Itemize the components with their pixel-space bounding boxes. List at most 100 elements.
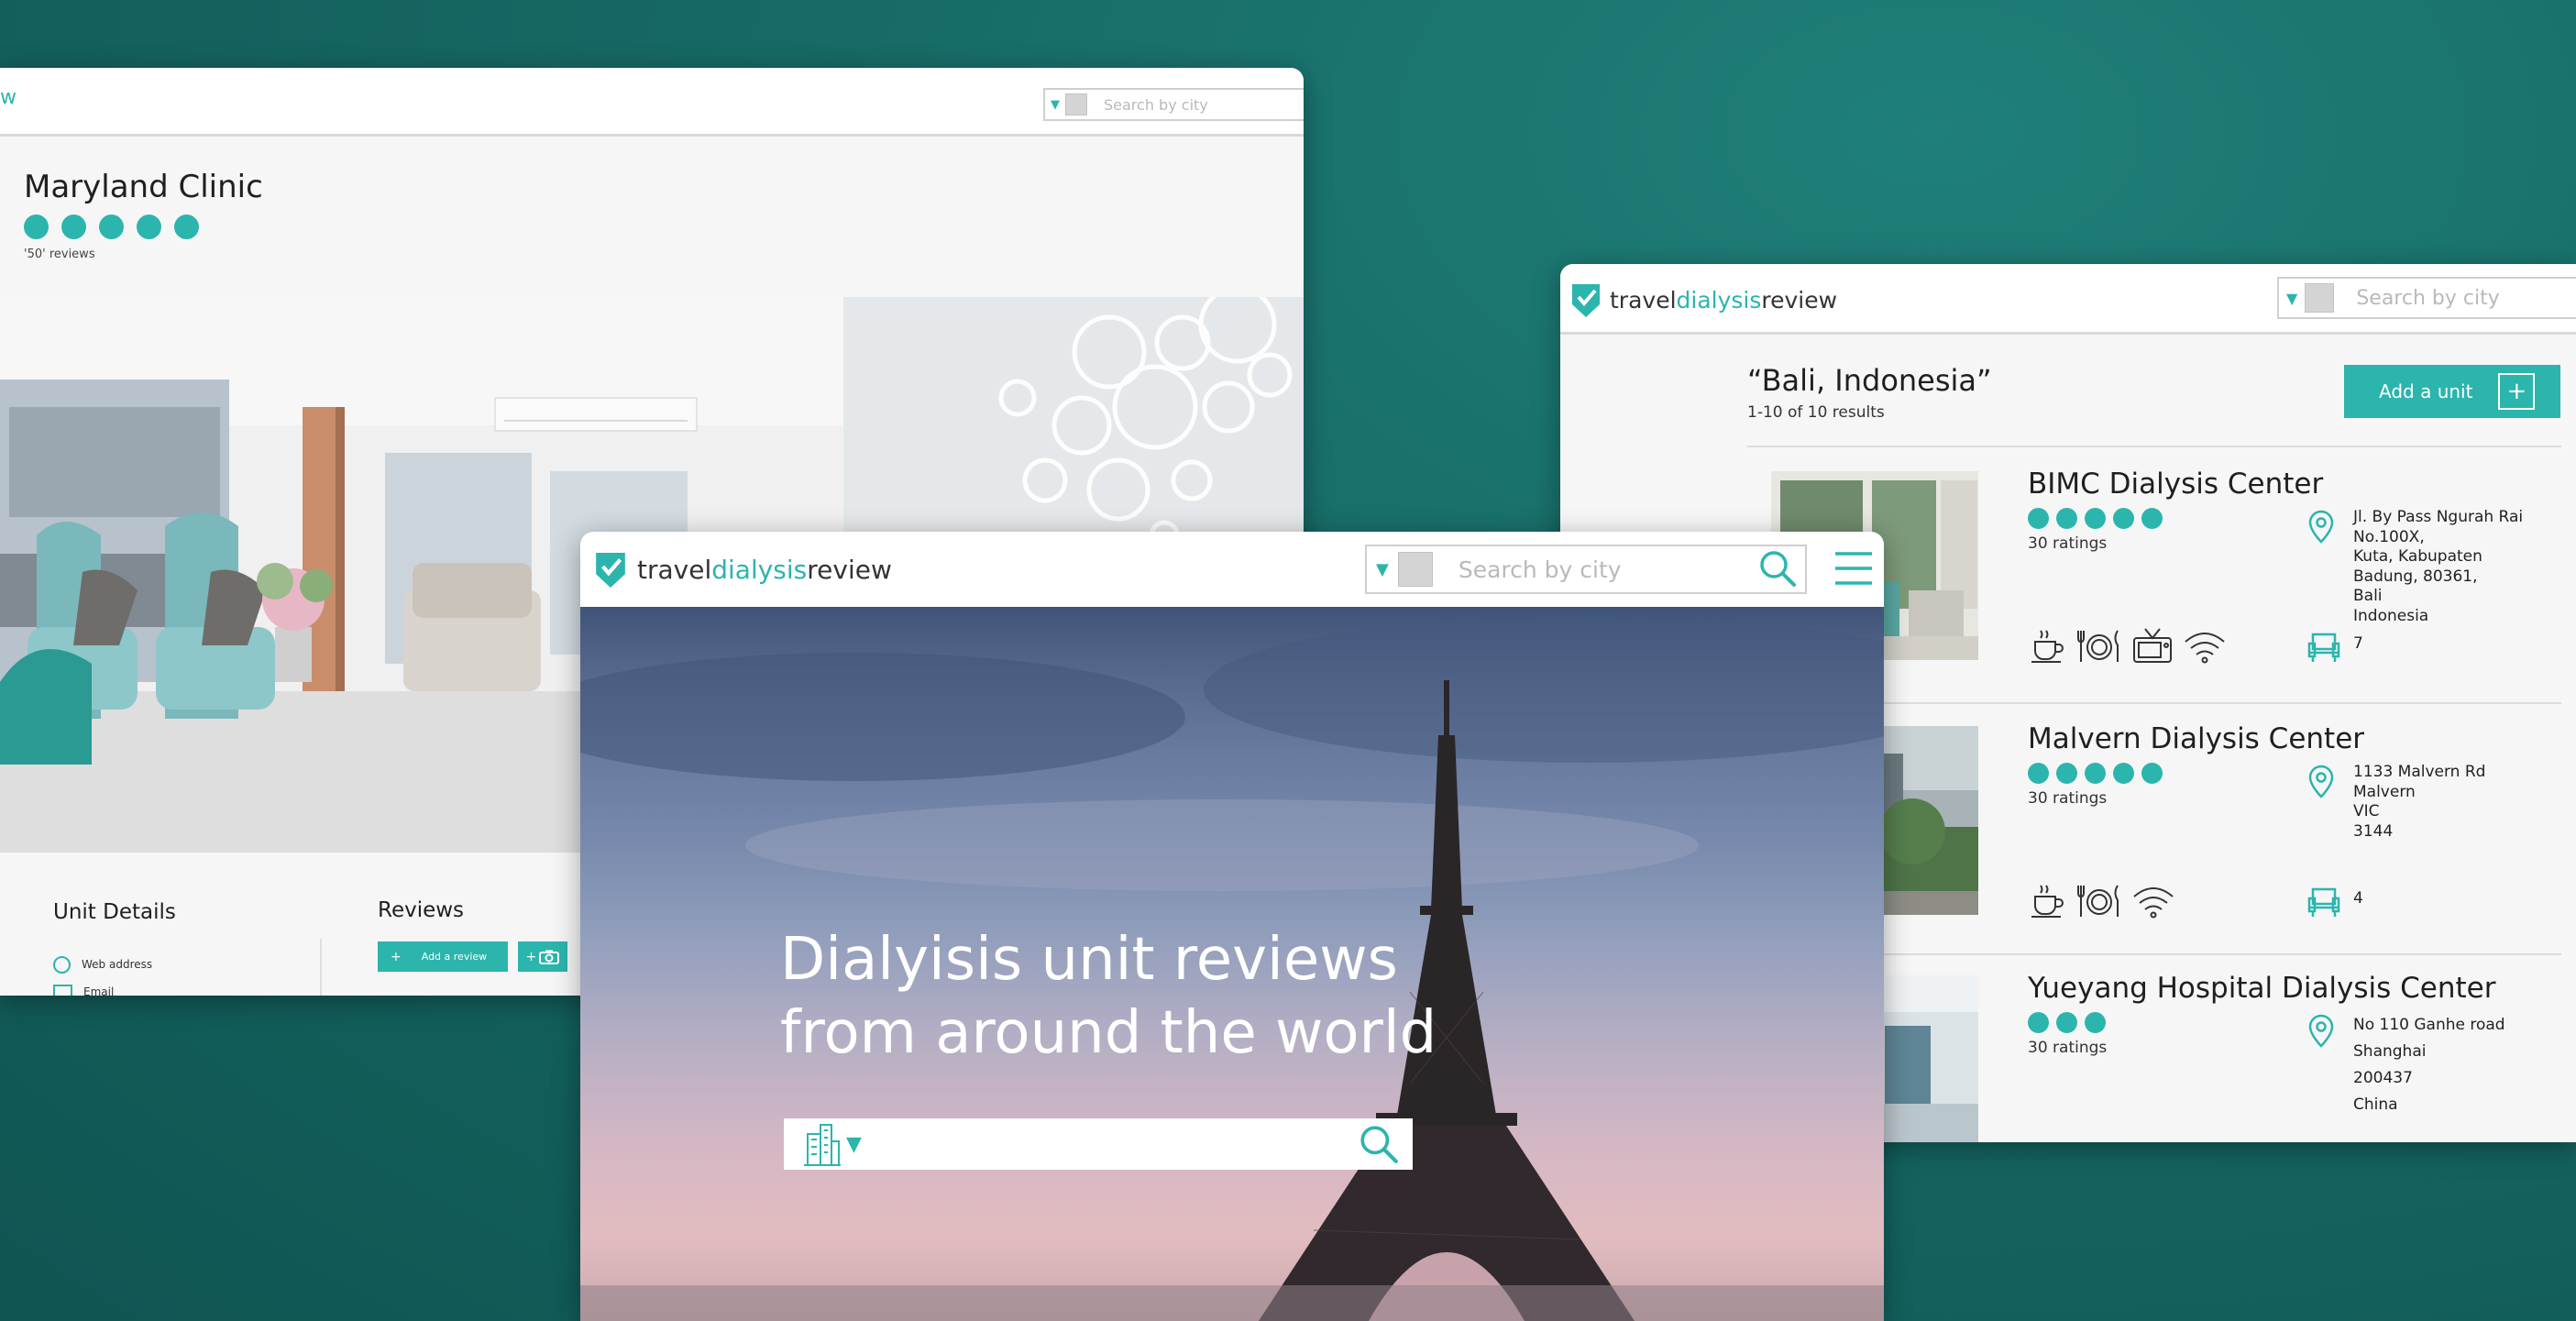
rating-dot [2028,1012,2049,1033]
camera-icon [539,950,560,964]
rating-dot [2141,763,2163,784]
ratings-count: 30 ratings [2028,1039,2108,1057]
add-photo-button[interactable]: + [518,941,567,972]
results-divider [1747,446,2561,447]
address-line: China [2353,1095,2398,1114]
address-line: Kuta, Kabupaten [2353,547,2482,566]
reviews-count[interactable]: '50' reviews [24,248,95,261]
rating-dot [174,215,199,239]
details-list: Web address Email [53,951,152,996]
hero-line-1: Dialyisis unit reviews [780,926,1398,994]
result-name[interactable]: Malvern Dialysis Center [2028,722,2364,755]
address-line: 3144 [2353,821,2394,841]
add-review-button[interactable]: + Add a review [378,941,508,972]
rating-dot [99,215,124,239]
address-line: Shanghai [2353,1042,2427,1061]
add-unit-button[interactable]: Add a unit + [2344,365,2560,418]
hero-line-2: from around the world [780,999,1437,1067]
result-name[interactable]: Yueyang Hospital Dialysis Center [2028,972,2496,1005]
rating-dot [2085,1012,2106,1033]
detail-item[interactable]: Web address [53,951,152,978]
search-placeholder: Search by city [1104,95,1208,114]
city-image-placeholder [1065,94,1087,116]
amenities [2028,880,2176,920]
rating-dot [2028,508,2049,529]
logo[interactable]: traveldialysisreview [593,548,892,590]
rating-dot [2056,1012,2077,1033]
amenities [2028,625,2228,666]
address-line: No 110 Ganhe road [2353,1016,2505,1034]
address-line: No.100X, [2353,527,2425,546]
detail-item[interactable]: Email [53,978,152,996]
rating-dot [2056,508,2077,529]
result-rating [2028,763,2163,784]
wifi-icon [2185,633,2225,664]
rating-dot [2113,763,2134,784]
hero-search-bar[interactable]: ▼ [784,1118,1413,1170]
home-window: traveldialysisreview ▼ Search by city Di… [580,532,1884,1321]
building-icon [804,1124,841,1166]
chairs-count: 4 [2353,889,2363,908]
chair-icon [2307,633,2340,662]
email-icon [53,985,72,996]
query-title: “Bali, Indonesia” [1747,363,1992,398]
logo-text: traveldialysisreview [637,554,892,585]
address-line: Bali [2353,587,2383,605]
hamburger-menu-icon[interactable] [1833,548,1875,589]
result-rating [2028,508,2163,529]
logo-fragment[interactable]: w [0,86,17,109]
logo-text: traveldialysisreview [1610,286,1838,314]
wifi-icon [2133,887,2174,919]
address-line: VIC [2353,802,2380,820]
address-line: 1133 Malvern Rd [2353,763,2486,781]
address: Jl. By Pass Ngurah Rai No.100X, Kuta, Ka… [2353,508,2523,626]
clinic-rating [24,215,199,239]
address: No 110 Ganhe road Shanghai 200437 China [2353,1012,2505,1118]
result-name[interactable]: BIMC Dialysis Center [2028,468,2323,501]
dropdown-caret-icon[interactable]: ▼ [1376,560,1389,579]
results-topbar: traveldialysisreview ▼ Search by city [1560,264,2576,335]
rating-dot [2056,763,2077,784]
globe-icon [53,955,71,974]
rating-dot [24,215,49,239]
dropdown-caret-icon[interactable]: ▼ [2286,290,2297,307]
rating-dot [61,215,86,239]
reviews-heading: Reviews [378,898,465,922]
rating-dot [2141,508,2163,529]
search-input[interactable]: ▼ Search by city [1043,88,1304,121]
address-line: Jl. By Pass Ngurah Rai [2353,508,2524,526]
address-line: Indonesia [2353,606,2429,625]
dropdown-caret-icon[interactable]: ▼ [1051,98,1060,112]
clinic-topbar: w ▼ Search by city [0,68,1304,137]
rating-dot [137,215,161,239]
logo-check-icon [1572,284,1600,317]
results-count: 1-10 of 10 results [1747,403,1885,422]
dropdown-caret-icon[interactable]: ▼ [846,1133,862,1156]
logo-check-icon [596,553,625,589]
plus-icon: + [525,949,537,964]
search-input[interactable]: ▼ Search by city [1365,545,1807,594]
city-image-placeholder [2305,283,2335,313]
address: 1133 Malvern Rd Malvern VIC 3144 [2353,763,2485,842]
address-line: Malvern [2353,782,2416,801]
search-placeholder: Search by city [1458,556,1622,583]
chairs-count: 7 [2353,634,2363,653]
rating-dot [2028,763,2049,784]
logo[interactable]: traveldialysisreview [1569,281,1837,319]
search-icon[interactable] [1358,1123,1400,1165]
rating-dot [2113,508,2134,529]
ratings-count: 30 ratings [2028,789,2108,808]
plus-icon: + [391,949,402,964]
tv-icon [2133,628,2172,663]
chair-icon [2307,887,2340,917]
coffee-icon [2031,885,2064,918]
divider [320,939,322,996]
hero-headline: Dialyisis unit reviews from around the w… [780,923,1437,1070]
add-review-label: Add a review [421,951,488,963]
search-icon[interactable] [1757,548,1798,589]
plus-box-icon: + [2498,373,2536,410]
clinic-title: Maryland Clinic [24,169,263,205]
address-line: 200437 [2353,1069,2413,1087]
search-input[interactable]: ▼ Search by city [2277,277,2576,319]
detail-label: Web address [82,958,153,971]
